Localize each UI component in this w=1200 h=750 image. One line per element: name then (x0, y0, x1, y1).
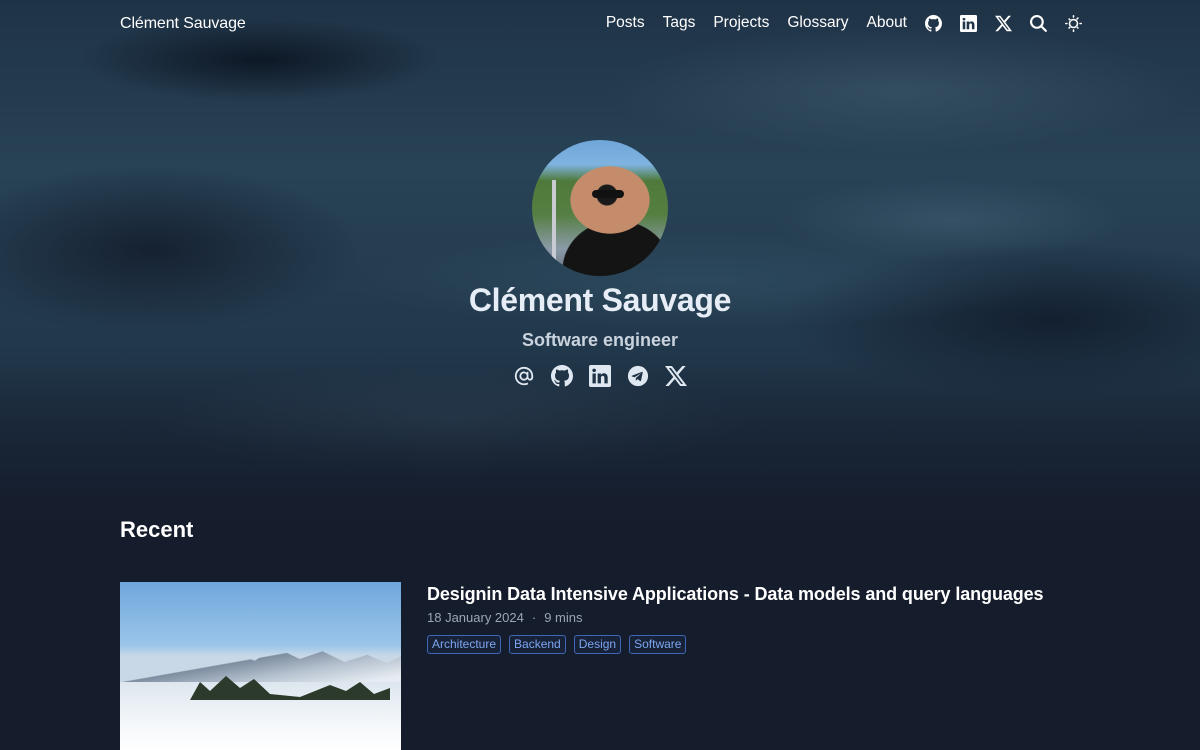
nav-posts-link[interactable]: Posts (606, 14, 645, 32)
avatar-photo-detail (552, 180, 556, 270)
nav-about-link[interactable]: About (866, 14, 907, 32)
profile-social-links (0, 364, 1200, 388)
tag-architecture[interactable]: Architecture (427, 635, 502, 654)
tag-software[interactable]: Software (629, 635, 687, 654)
post-date: 18 January 2024 (427, 610, 524, 625)
site-header: Clément Sauvage Posts Tags Projects Glos… (0, 0, 1200, 50)
post-read-time: 9 mins (544, 610, 583, 625)
tag-backend[interactable]: Backend (509, 635, 566, 654)
post-title-link[interactable]: Designin Data Intensive Applications - D… (427, 584, 1044, 605)
nav-glossary-link[interactable]: Glossary (787, 14, 848, 32)
x-icon[interactable] (664, 364, 688, 388)
site-brand-link[interactable]: Clément Sauvage (120, 15, 246, 33)
hero-background (0, 0, 1200, 560)
x-icon[interactable] (994, 14, 1012, 32)
profile-name: Clément Sauvage (468, 282, 732, 318)
meta-separator: · (531, 610, 537, 625)
post-tags: Architecture Backend Design Software (427, 635, 694, 654)
telegram-icon[interactable] (626, 364, 650, 388)
profile-avatar (532, 140, 668, 276)
github-icon[interactable] (550, 364, 574, 388)
linkedin-icon[interactable] (959, 14, 977, 32)
tag-design[interactable]: Design (573, 635, 622, 654)
nav-projects-link[interactable]: Projects (713, 14, 769, 32)
github-icon[interactable] (924, 14, 942, 32)
email-icon[interactable] (512, 364, 536, 388)
avatar-photo-detail (592, 190, 624, 198)
main-nav: Posts Tags Projects Glossary About (588, 14, 1082, 32)
post-meta: 18 January 2024 · 9 mins (427, 610, 583, 625)
linkedin-icon[interactable] (588, 364, 612, 388)
recent-section-title: Recent (120, 517, 194, 542)
search-icon[interactable] (1029, 14, 1047, 32)
profile-role: Software engineer (521, 330, 679, 350)
theme-toggle-icon[interactable] (1064, 14, 1082, 32)
post-thumbnail[interactable] (120, 582, 401, 750)
nav-tags-link[interactable]: Tags (663, 14, 696, 32)
